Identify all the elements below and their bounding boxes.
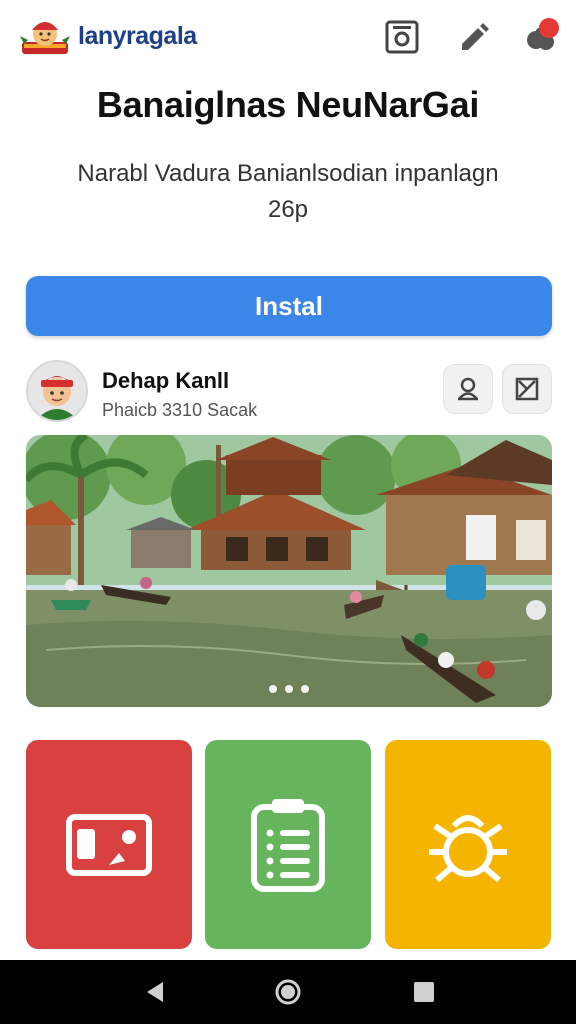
notification-badge (539, 18, 559, 38)
camera-icon[interactable] (383, 18, 421, 56)
top-bar: lanyragala (0, 0, 576, 78)
carousel-dot[interactable] (285, 685, 293, 693)
brand-name: lanyragala (78, 21, 197, 50)
brand-logo (20, 22, 70, 54)
page-subtitle: Narabl Vadura Banianlsodian inpanlagn 26… (77, 160, 499, 223)
tile-images[interactable] (26, 740, 192, 949)
tile-debug[interactable] (385, 740, 551, 949)
back-icon[interactable] (140, 978, 168, 1006)
carousel-dot[interactable] (301, 685, 309, 693)
brand[interactable]: lanyragala (18, 14, 197, 58)
page-title: Banaiglnas NeuNarGai (96, 84, 480, 125)
bug-icon (429, 814, 507, 882)
image-icon (66, 813, 152, 876)
hero-image (26, 435, 552, 707)
developer-meta: Phaicb 3310 Sacak (102, 400, 258, 420)
carousel-indicator (26, 685, 552, 693)
system-nav-bar (0, 960, 576, 1024)
developer-name[interactable]: Dehap Kanll (102, 368, 229, 394)
tile-list[interactable] (205, 740, 371, 949)
notification-icon[interactable] (522, 18, 560, 56)
install-button[interactable]: Instal (26, 276, 552, 336)
hero-carousel[interactable] (26, 435, 552, 707)
avatar[interactable] (26, 360, 88, 422)
home-icon[interactable] (274, 978, 302, 1006)
pen-icon[interactable] (454, 18, 492, 56)
clipboard-list-icon (251, 798, 325, 892)
carousel-dot[interactable] (269, 685, 277, 693)
recents-icon[interactable] (410, 978, 438, 1006)
person-icon[interactable] (443, 364, 493, 414)
developer-row: Dehap Kanll Phaicb 3310 Sacak (26, 360, 552, 426)
share-icon[interactable] (502, 364, 552, 414)
